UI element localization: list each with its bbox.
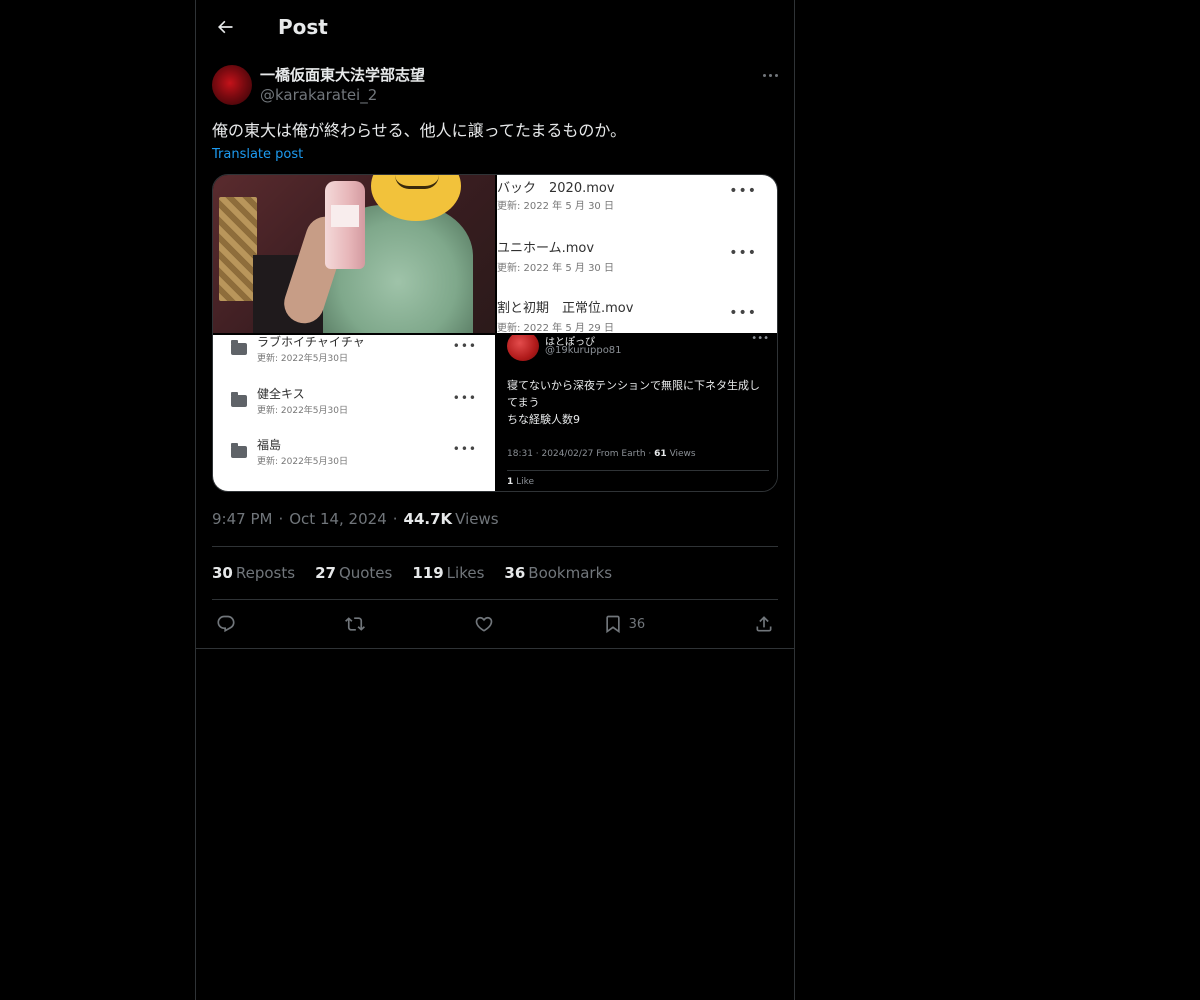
post-timestamp: 9:47 PM · Oct 14, 2024 · 44.7K Views: [212, 510, 499, 528]
engagement-stats: 30 Reposts 27 Quotes 119 Likes 36 Bookmarks: [212, 547, 778, 599]
divider: [196, 648, 794, 649]
heart-icon: [475, 616, 493, 632]
like-button[interactable]: [474, 614, 494, 634]
folder-icon: [231, 392, 247, 407]
quoted-likes: 1 Like: [507, 477, 535, 487]
more-options-button[interactable]: [756, 65, 784, 85]
media-grid: バック 2020.mov 更新: 2022 年 5 月 30 日 ••• ユニホ…: [212, 174, 778, 492]
handbag-shape: [219, 197, 257, 301]
post-time[interactable]: 9:47 PM: [212, 510, 272, 528]
repost-icon: [344, 617, 365, 631]
views-count: 44.7K: [403, 510, 453, 528]
post: 一橋仮面東大法学部志望 @karakaratei_2 俺の東大は俺が終わらせる、…: [196, 53, 794, 648]
post-text: 俺の東大は俺が終わらせる、他人に譲ってたまるものか。: [212, 121, 627, 140]
folder-icon: [231, 340, 247, 355]
list-item: 割と初期 正常位.mov 更新: 2022 年 5 月 29 日 •••: [497, 301, 757, 333]
page-title: Post: [278, 14, 328, 39]
action-bar: 36: [212, 600, 778, 648]
bookmark-button[interactable]: 36: [603, 614, 646, 634]
translate-post-link[interactable]: Translate post: [212, 147, 303, 162]
reposts-stat[interactable]: 30 Reposts: [212, 564, 295, 582]
media-file-list[interactable]: バック 2020.mov 更新: 2022 年 5 月 30 日 ••• ユニホ…: [497, 175, 777, 333]
more-horizontal-icon: [762, 73, 766, 77]
list-item: バック 2020.mov 更新: 2022 年 5 月 30 日 •••: [497, 181, 757, 212]
views-label: Views: [455, 510, 499, 528]
quotes-stat[interactable]: 27 Quotes: [315, 564, 392, 582]
share-button[interactable]: [754, 614, 774, 634]
reply-icon: [217, 615, 235, 633]
repost-button[interactable]: [344, 614, 365, 634]
author-row: 一橋仮面東大法学部志望 @karakaratei_2: [212, 65, 778, 105]
reply-button[interactable]: [216, 614, 236, 634]
quoted-meta: 18:31 · 2024/02/27 From Earth · 61 Views: [507, 449, 696, 459]
handle[interactable]: @karakaratei_2: [260, 85, 756, 105]
more-horizontal-icon: •••: [751, 335, 769, 344]
quoted-text: 寝てないから深夜テンションで無限に下ネタ生成してまう ちな経験人数9: [507, 379, 760, 426]
back-button[interactable]: [208, 10, 242, 44]
bookmark-count: 36: [628, 616, 646, 632]
arrow-left-icon: [218, 20, 233, 33]
display-name[interactable]: 一橋仮面東大法学部志望: [260, 65, 756, 85]
list-item: ユニホーム.mov 更新: 2022 年 5 月 30 日 •••: [497, 241, 757, 274]
media-folder-list[interactable]: ラブホイチャイチャ 更新: 2022年5月30日 ••• 健全キス 更新: 20…: [213, 335, 495, 491]
post-column: Post 一橋仮面東大法学部志望 @karakaratei_2 俺の東大は俺が終…: [195, 0, 795, 1000]
avatar: [507, 335, 539, 361]
media-photo[interactable]: [213, 175, 495, 333]
post-date[interactable]: Oct 14, 2024: [289, 510, 387, 528]
bookmark-icon: [605, 615, 620, 634]
bookmarks-stat[interactable]: 36 Bookmarks: [504, 564, 612, 582]
share-icon: [756, 616, 772, 632]
likes-stat[interactable]: 119 Likes: [412, 564, 484, 582]
author-names: 一橋仮面東大法学部志望 @karakaratei_2: [260, 65, 756, 105]
quoted-handle: @19kuruppo81: [545, 345, 622, 356]
folder-icon: [231, 443, 247, 458]
avatar[interactable]: [212, 65, 252, 105]
media-tweet-screenshot[interactable]: はとぽっぴ @19kuruppo81 ••• 寝てないから深夜テンションで無限に…: [497, 335, 777, 491]
header: Post: [196, 0, 794, 53]
